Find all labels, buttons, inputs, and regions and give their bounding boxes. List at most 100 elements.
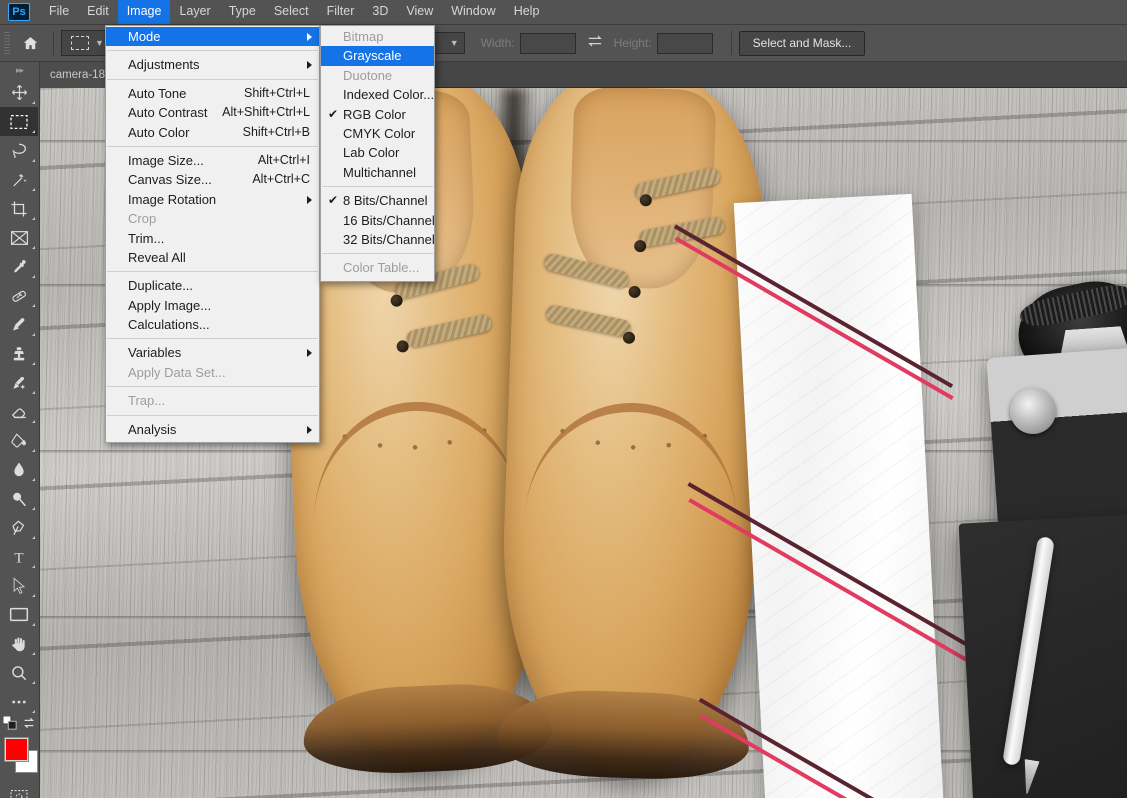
- paint-bucket-tool[interactable]: [0, 426, 38, 455]
- check-icon: ✔: [328, 106, 339, 121]
- submenu-arrow-icon: [307, 195, 312, 204]
- height-label: Height:: [613, 36, 652, 50]
- history-brush-tool[interactable]: [0, 368, 38, 397]
- hand-tool[interactable]: [0, 629, 38, 658]
- image-menu-item-mode[interactable]: Mode: [106, 27, 319, 47]
- image-menu-item-auto-color[interactable]: Auto Color Shift+Ctrl+B: [106, 123, 319, 142]
- color-swatches[interactable]: [0, 736, 38, 782]
- submenu-arrow-icon: [307, 33, 312, 41]
- chevron-down-icon[interactable]: ▼: [450, 38, 459, 48]
- menu-item-label: Trim...: [128, 230, 165, 246]
- height-input[interactable]: [656, 32, 713, 54]
- toolbar-collapse-handle[interactable]: ▸▸: [0, 62, 39, 78]
- image-menu-item-separator: [107, 78, 318, 80]
- tools-panel: ▸▸ T: [0, 62, 40, 798]
- zoom-tool[interactable]: [0, 658, 38, 687]
- submenu-arrow-icon: [307, 61, 312, 70]
- image-menu-item-auto-tone[interactable]: Auto Tone Shift+Ctrl+L: [106, 84, 319, 103]
- menu-window[interactable]: Window: [442, 0, 504, 24]
- image-menu-item-auto-contrast[interactable]: Auto Contrast Alt+Shift+Ctrl+L: [106, 103, 319, 122]
- image-menu-dropdown[interactable]: Mode Adjustments Auto Tone Shift+Ctrl+L Auto…: [105, 25, 320, 444]
- select-and-mask-button[interactable]: Select and Mask...: [738, 30, 866, 56]
- blur-tool[interactable]: [0, 455, 38, 484]
- mode-menu-item-lab-color[interactable]: Lab Color: [321, 143, 434, 162]
- image-menu-item-image-rotation[interactable]: Image Rotation: [106, 190, 319, 209]
- home-icon[interactable]: [14, 30, 46, 56]
- menu-type[interactable]: Type: [220, 0, 265, 24]
- menu-file[interactable]: File: [40, 0, 78, 24]
- menu-help[interactable]: Help: [505, 0, 549, 24]
- swap-colors-icon[interactable]: [22, 716, 36, 735]
- menu-item-label: Lab Color: [343, 145, 400, 161]
- image-menu-item-reveal-all[interactable]: Reveal All: [106, 248, 319, 267]
- image-menu-item-separator: [107, 145, 318, 147]
- menu-item-label: 16 Bits/Channel: [343, 212, 435, 228]
- menu-3d[interactable]: 3D: [363, 0, 397, 24]
- image-menu-item-separator: [107, 414, 318, 416]
- mode-menu-item-32-bits-channel[interactable]: 32 Bits/Channel: [321, 230, 435, 249]
- check-icon: ✔: [328, 193, 339, 208]
- menu-view[interactable]: View: [397, 0, 442, 24]
- eraser-tool[interactable]: [0, 397, 38, 426]
- image-menu-item-crop: Crop: [106, 209, 319, 228]
- quick-mask-button[interactable]: [0, 782, 38, 798]
- mode-submenu[interactable]: Bitmap Grayscale Duotone Indexed Color... ✔ R…: [320, 25, 435, 282]
- photoshop-window: camera-184 ▸▸ T ▼ ▼ Width: Height: Selec…: [0, 0, 1127, 798]
- image-menu-item-variables[interactable]: Variables: [106, 343, 319, 362]
- mode-menu-item-multichannel[interactable]: Multichannel: [321, 163, 434, 182]
- pen-tool[interactable]: [0, 513, 38, 542]
- image-menu-item-adjustments[interactable]: Adjustments: [106, 55, 319, 74]
- eyedropper-tool[interactable]: [0, 252, 38, 281]
- menu-item-label: Grayscale: [343, 48, 402, 64]
- lasso-tool[interactable]: [0, 136, 38, 165]
- path-selection-tool[interactable]: [0, 571, 38, 600]
- magic-wand-tool[interactable]: [0, 165, 38, 194]
- healing-brush-tool[interactable]: [0, 281, 38, 310]
- menu-select[interactable]: Select: [265, 0, 318, 24]
- crop-tool[interactable]: [0, 194, 38, 223]
- right-shoe: [495, 88, 773, 783]
- edit-toolbar-button[interactable]: [0, 687, 38, 716]
- rectangular-marquee-tool[interactable]: [0, 107, 38, 136]
- mode-menu-item-grayscale[interactable]: Grayscale: [321, 46, 434, 66]
- menu-item-label: 32 Bits/Channel: [343, 231, 435, 247]
- mode-menu-item-indexed-color[interactable]: Indexed Color...: [321, 85, 434, 104]
- mode-menu-item-8-bits-channel[interactable]: ✔ 8 Bits/Channel: [321, 191, 434, 210]
- type-tool[interactable]: T: [0, 542, 38, 571]
- image-menu-item-separator: [107, 338, 318, 340]
- clone-stamp-tool[interactable]: [0, 339, 38, 368]
- mode-menu-item-16-bits-channel[interactable]: 16 Bits/Channel: [321, 211, 435, 230]
- rectangle-tool[interactable]: [0, 600, 38, 629]
- menu-edit[interactable]: Edit: [78, 0, 118, 24]
- image-menu-item-apply-image[interactable]: Apply Image...: [106, 296, 319, 315]
- menu-bar: Ps File Edit Image Layer Type Select Fil…: [0, 0, 1127, 25]
- menu-layer[interactable]: Layer: [170, 0, 219, 24]
- menu-item-label: CMYK Color: [343, 125, 416, 141]
- image-menu-item-image-size[interactable]: Image Size... Alt+Ctrl+I: [106, 151, 319, 170]
- brush-tool[interactable]: [0, 310, 38, 339]
- menu-item-label: Crop: [128, 211, 157, 227]
- image-menu-item-separator: [107, 386, 318, 388]
- chevron-down-icon[interactable]: ▼: [95, 38, 104, 48]
- swap-width-height-icon[interactable]: [586, 34, 604, 52]
- image-menu-item-canvas-size[interactable]: Canvas Size... Alt+Ctrl+C: [106, 170, 319, 189]
- default-colors-icon[interactable]: [2, 715, 17, 735]
- rectangular-marquee-icon: [71, 36, 89, 50]
- width-input[interactable]: [519, 32, 576, 54]
- menu-item-label: Indexed Color...: [343, 87, 435, 103]
- mode-menu-item-cmyk-color[interactable]: CMYK Color: [321, 124, 434, 143]
- image-menu-item-analysis[interactable]: Analysis: [106, 420, 319, 439]
- image-menu-item-calculations[interactable]: Calculations...: [106, 315, 319, 334]
- dodge-tool[interactable]: [0, 484, 38, 513]
- select-and-mask-label: Select and Mask...: [752, 36, 852, 50]
- image-menu-item-separator: [107, 271, 318, 273]
- options-bar-grip[interactable]: [4, 32, 10, 54]
- frame-tool[interactable]: [0, 223, 38, 252]
- mode-menu-item-rgb-color[interactable]: ✔ RGB Color: [321, 105, 434, 124]
- menu-filter[interactable]: Filter: [318, 0, 364, 24]
- foreground-color-swatch[interactable]: [4, 737, 29, 762]
- move-tool[interactable]: [0, 78, 38, 107]
- image-menu-item-duplicate[interactable]: Duplicate...: [106, 276, 319, 295]
- menu-image[interactable]: Image: [117, 0, 171, 24]
- image-menu-item-trim[interactable]: Trim...: [106, 229, 319, 248]
